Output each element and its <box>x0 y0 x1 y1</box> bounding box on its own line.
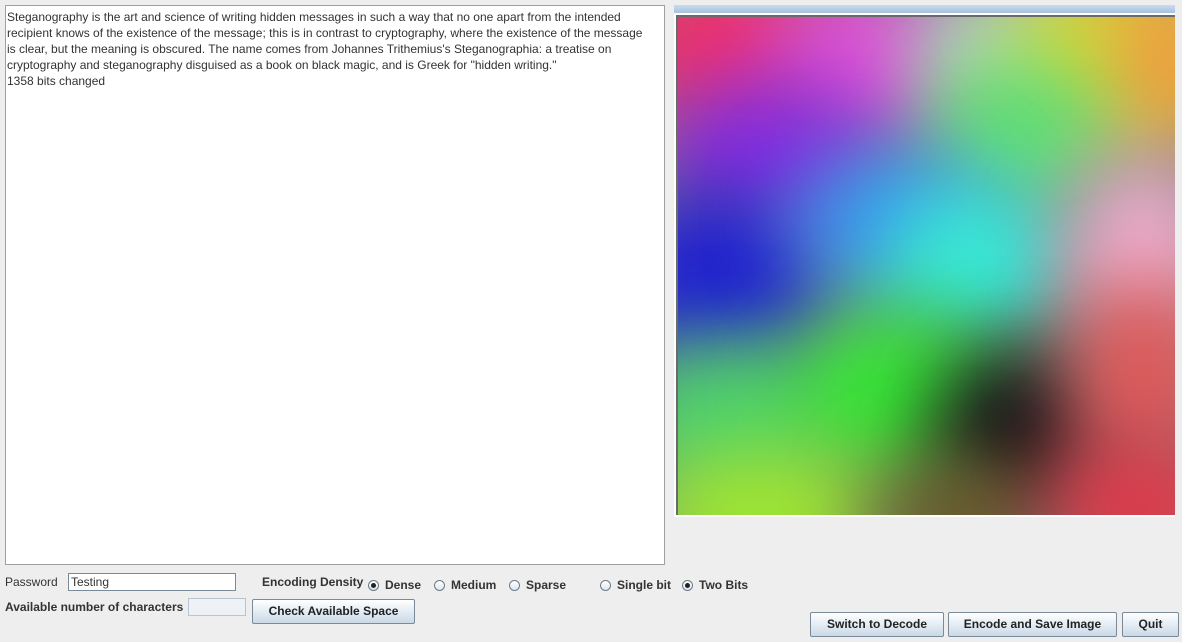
radio-unchecked-icon <box>509 579 520 591</box>
available-characters-field <box>188 598 246 616</box>
check-available-space-button[interactable]: Check Available Space <box>252 599 415 624</box>
radio-dense[interactable]: Dense <box>368 578 421 592</box>
radio-two-bits[interactable]: Two Bits <box>682 578 748 592</box>
encode-and-save-button[interactable]: Encode and Save Image <box>948 612 1117 637</box>
radio-unchecked-icon <box>434 579 445 591</box>
password-input[interactable] <box>68 573 236 591</box>
image-preview-header <box>674 5 1175 13</box>
message-textarea[interactable]: Steganography is the art and science of … <box>5 5 665 565</box>
radio-single-bit-label: Single bit <box>617 578 671 592</box>
radio-single-bit[interactable]: Single bit <box>600 578 671 592</box>
radio-sparse[interactable]: Sparse <box>509 578 566 592</box>
encoding-density-label: Encoding Density <box>262 575 364 589</box>
switch-to-decode-button[interactable]: Switch to Decode <box>810 612 944 637</box>
radio-unchecked-icon <box>600 579 611 591</box>
radio-sparse-label: Sparse <box>526 578 567 592</box>
radio-two-bits-label: Two Bits <box>699 578 749 592</box>
radio-dense-label: Dense <box>385 578 422 592</box>
radio-medium-label: Medium <box>451 578 497 592</box>
radio-checked-icon <box>682 579 693 591</box>
radio-checked-icon <box>368 579 379 591</box>
quit-button[interactable]: Quit <box>1122 612 1179 637</box>
password-label: Password <box>5 575 58 589</box>
available-characters-label: Available number of characters <box>5 600 184 614</box>
radio-medium[interactable]: Medium <box>434 578 496 592</box>
cover-image <box>676 15 1175 515</box>
image-preview <box>674 5 1175 517</box>
